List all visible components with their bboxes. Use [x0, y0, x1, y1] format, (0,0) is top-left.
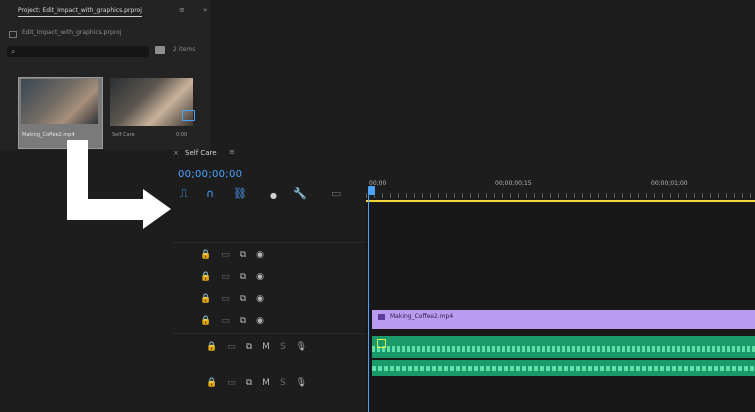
drag-arrow-icon: [67, 199, 147, 220]
track-divider: [172, 333, 366, 334]
clip-thumbnail[interactable]: [21, 79, 98, 124]
audio-waveform: [372, 366, 755, 371]
solo-icon[interactable]: S: [280, 342, 286, 352]
lock-icon[interactable]: 🔒: [206, 342, 217, 352]
track-header-v2: 🔒 ▭ ⧉ ◉: [200, 294, 274, 304]
video-clip-label: Making_Coffee2.mp4: [390, 313, 454, 320]
target-icon[interactable]: ▭: [221, 250, 230, 260]
search-icon: ⌕: [11, 47, 16, 56]
timeline-tracks[interactable]: [366, 203, 755, 412]
microphone-icon[interactable]: 🎙: [296, 342, 307, 352]
insert-sequence-nest-icon[interactable]: ⎍: [180, 188, 188, 199]
eye-icon[interactable]: ◉: [256, 316, 264, 326]
target-icon[interactable]: ▭: [221, 272, 230, 282]
bin-icon[interactable]: [155, 46, 165, 54]
playhead-handle[interactable]: [368, 186, 375, 195]
project-item-self-care[interactable]: [110, 78, 193, 126]
mute-icon[interactable]: M: [262, 342, 270, 352]
ruler-label: 00;00;00;15: [495, 180, 532, 187]
sync-icon[interactable]: ⧉: [246, 342, 252, 352]
clip-label: Self Care: [112, 132, 135, 138]
target-icon[interactable]: ▭: [221, 316, 230, 326]
clip-duration: 0:00: [176, 132, 188, 138]
sync-icon[interactable]: ⧉: [240, 316, 246, 326]
track-header-v3: 🔒 ▭ ⧉ ◉: [200, 272, 274, 282]
snap-magnet-icon[interactable]: ∩: [206, 188, 214, 199]
track-header-v4: 🔒 ▭ ⧉ ◉: [200, 250, 274, 260]
project-path: Edit_Impact_with_graphics.prproj: [22, 29, 122, 36]
linked-selection-icon[interactable]: ⛓: [233, 188, 247, 199]
lock-icon[interactable]: 🔒: [200, 316, 211, 326]
sync-icon[interactable]: ⧉: [240, 250, 246, 260]
fx-badge-icon: [378, 314, 385, 320]
add-marker-icon[interactable]: ●: [270, 190, 277, 201]
project-search-input[interactable]: [7, 46, 149, 57]
captions-icon[interactable]: ▭: [331, 188, 341, 199]
timeline-settings-wrench-icon[interactable]: 🔧: [293, 188, 307, 199]
track-header-a2: 🔒 ▭ ⧉ M S 🎙: [206, 378, 317, 388]
solo-icon[interactable]: S: [280, 378, 286, 388]
track-header-a1: 🔒 ▭ ⧉ M S 🎙: [206, 342, 317, 352]
sequence-tab-menu-icon[interactable]: ≡: [229, 148, 235, 156]
mute-icon[interactable]: M: [262, 378, 270, 388]
lock-icon[interactable]: 🔒: [200, 272, 211, 282]
target-icon[interactable]: ▭: [221, 294, 230, 304]
eye-icon[interactable]: ◉: [256, 272, 264, 282]
playhead-line[interactable]: [368, 195, 369, 412]
work-area-bar[interactable]: [366, 200, 755, 202]
sequence-tab[interactable]: Self Care: [185, 149, 217, 157]
lock-icon[interactable]: 🔒: [200, 294, 211, 304]
drag-arrow-head-icon: [143, 189, 171, 229]
target-icon[interactable]: ▭: [227, 378, 236, 388]
eye-icon[interactable]: ◉: [256, 294, 264, 304]
track-divider: [172, 242, 366, 243]
lock-icon[interactable]: 🔒: [206, 378, 217, 388]
close-icon[interactable]: ×: [173, 149, 179, 157]
sequence-icon: [182, 110, 195, 121]
playhead-timecode[interactable]: 00;00;00;00: [178, 169, 242, 180]
target-icon[interactable]: ▭: [227, 342, 236, 352]
clip-label: Making_Coffee2.mp4: [22, 132, 75, 138]
ruler-ticks: [366, 193, 755, 198]
clip-marker-icon: [377, 339, 386, 348]
folder-icon: [9, 31, 17, 38]
item-count: 2 items: [173, 46, 196, 53]
project-tab[interactable]: Project: Edit_Impact_with_graphics.prpro…: [18, 7, 142, 17]
microphone-icon[interactable]: 🎙: [296, 378, 307, 388]
project-tab-menu-icon[interactable]: ≡: [179, 6, 185, 14]
sync-icon[interactable]: ⧉: [240, 272, 246, 282]
audio-waveform: [372, 346, 755, 352]
sync-icon[interactable]: ⧉: [246, 378, 252, 388]
sync-icon[interactable]: ⧉: [240, 294, 246, 304]
ruler-label: 00;00;01;00: [651, 180, 688, 187]
panel-overflow-icon[interactable]: »: [203, 6, 207, 14]
track-header-v1: 🔒 ▭ ⧉ ◉: [200, 316, 274, 326]
eye-icon[interactable]: ◉: [256, 250, 264, 260]
lock-icon[interactable]: 🔒: [200, 250, 211, 260]
